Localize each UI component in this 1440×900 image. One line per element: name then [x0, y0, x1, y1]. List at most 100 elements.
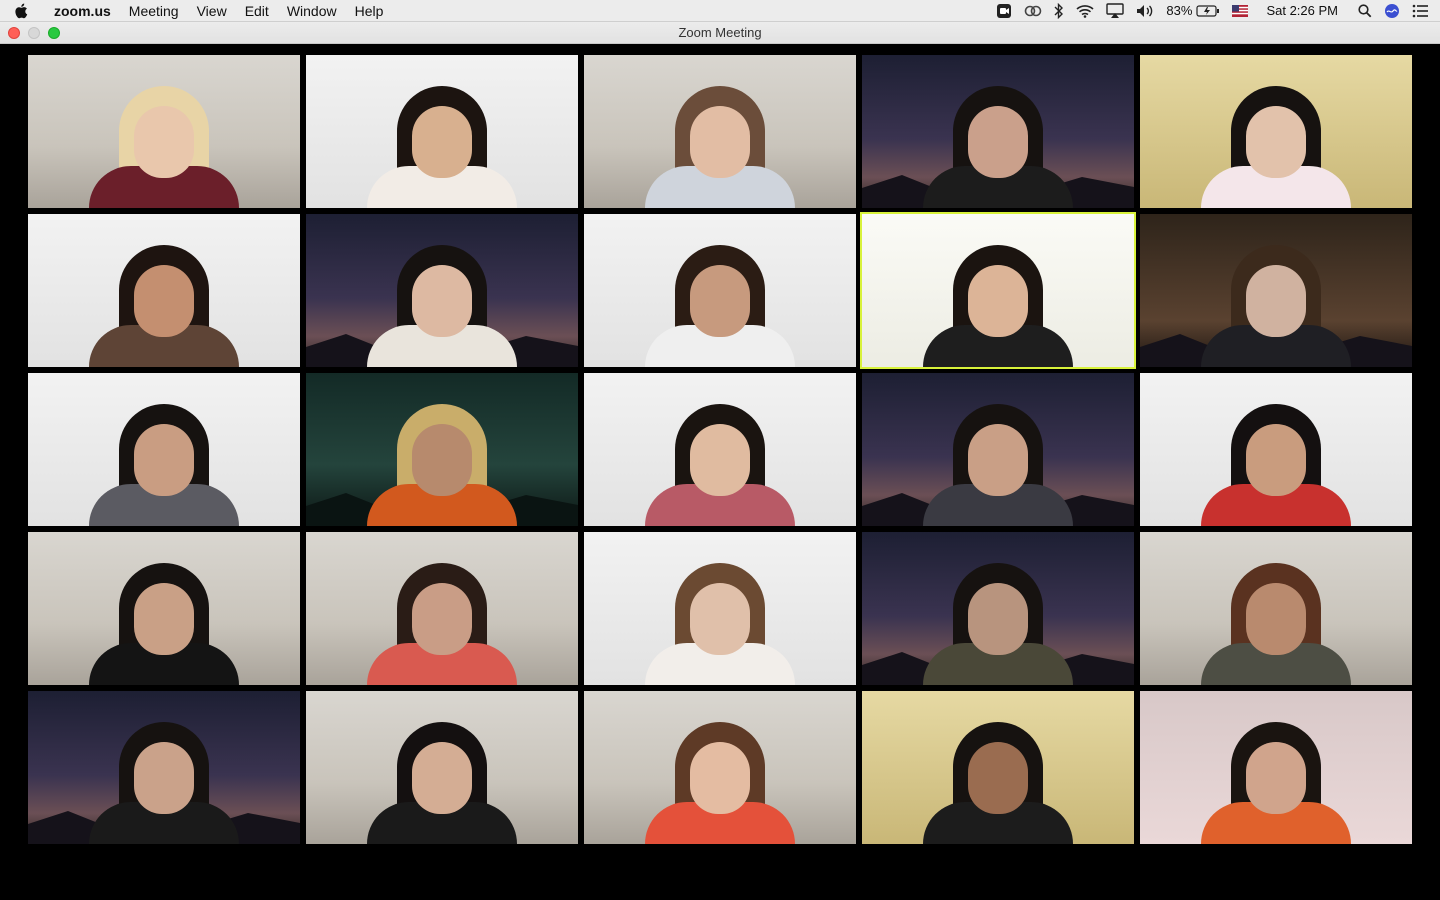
- participant-video-tile[interactable]: [584, 214, 856, 367]
- participant-silhouette: [1201, 396, 1351, 526]
- participant-silhouette: [923, 78, 1073, 208]
- participant-video-tile[interactable]: [860, 212, 1136, 369]
- participant-face: [1246, 106, 1306, 178]
- menu-edit[interactable]: Edit: [236, 0, 278, 22]
- fullscreen-window-button[interactable]: [48, 27, 60, 39]
- participant-silhouette: [89, 237, 239, 367]
- participant-silhouette: [367, 555, 517, 685]
- participant-video-tile[interactable]: [1140, 691, 1412, 844]
- participant-video-tile[interactable]: [862, 55, 1134, 208]
- participant-silhouette: [645, 714, 795, 844]
- participant-face: [134, 265, 194, 337]
- participant-video-tile[interactable]: [28, 214, 300, 367]
- participant-video-tile[interactable]: [584, 373, 856, 526]
- participant-face: [1246, 583, 1306, 655]
- participant-face: [690, 742, 750, 814]
- participant-face: [412, 583, 472, 655]
- wifi-icon[interactable]: [1076, 4, 1094, 18]
- notification-center-icon[interactable]: [1412, 4, 1428, 18]
- participant-silhouette: [367, 396, 517, 526]
- battery-icon[interactable]: [1196, 4, 1220, 17]
- participant-video-tile[interactable]: [1140, 373, 1412, 526]
- participant-silhouette: [923, 555, 1073, 685]
- search-icon[interactable]: [1358, 3, 1372, 18]
- participant-face: [690, 265, 750, 337]
- participant-silhouette: [367, 237, 517, 367]
- participant-face: [1246, 424, 1306, 496]
- participant-video-tile[interactable]: [862, 532, 1134, 685]
- participant-video-tile[interactable]: [28, 691, 300, 844]
- creative-cloud-icon[interactable]: [1024, 4, 1042, 18]
- menu-meeting[interactable]: Meeting: [120, 0, 188, 22]
- participant-silhouette: [1201, 78, 1351, 208]
- airplay-icon[interactable]: [1106, 2, 1125, 19]
- participant-face: [968, 265, 1028, 337]
- window-title-bar[interactable]: Zoom Meeting: [0, 22, 1440, 44]
- participant-video-tile[interactable]: [28, 55, 300, 208]
- participant-video-tile[interactable]: [1140, 214, 1412, 367]
- window-title: Zoom Meeting: [678, 25, 762, 40]
- close-window-button[interactable]: [8, 27, 20, 39]
- participant-face: [690, 424, 750, 496]
- menu-bar: zoom.us Meeting View Edit Window Help 83…: [0, 0, 1440, 22]
- participant-silhouette: [367, 714, 517, 844]
- menu-help[interactable]: Help: [346, 0, 393, 22]
- participant-silhouette: [89, 78, 239, 208]
- gallery-view: [28, 55, 1412, 844]
- participant-face: [1246, 742, 1306, 814]
- apple-icon[interactable]: [0, 3, 42, 19]
- participant-face: [134, 583, 194, 655]
- participant-silhouette: [645, 555, 795, 685]
- battery-percent[interactable]: 83%: [1166, 3, 1192, 18]
- window-controls: [8, 27, 68, 39]
- participant-face: [690, 583, 750, 655]
- participant-silhouette: [923, 237, 1073, 367]
- participant-face: [968, 106, 1028, 178]
- participant-silhouette: [645, 78, 795, 208]
- participant-face: [412, 424, 472, 496]
- participant-silhouette: [1201, 714, 1351, 844]
- minimize-window-button[interactable]: [28, 27, 40, 39]
- participant-video-tile[interactable]: [306, 214, 578, 367]
- participant-video-tile[interactable]: [1140, 532, 1412, 685]
- participant-video-tile[interactable]: [862, 691, 1134, 844]
- siri-icon[interactable]: [1384, 3, 1400, 19]
- participant-video-tile[interactable]: [584, 532, 856, 685]
- participant-face: [412, 265, 472, 337]
- participant-face: [134, 424, 194, 496]
- volume-icon[interactable]: [1136, 4, 1154, 18]
- participant-face: [968, 583, 1028, 655]
- menu-view[interactable]: View: [188, 0, 236, 22]
- participant-video-tile[interactable]: [28, 532, 300, 685]
- participant-silhouette: [1201, 237, 1351, 367]
- participant-silhouette: [645, 237, 795, 367]
- participant-video-tile[interactable]: [306, 532, 578, 685]
- flag-icon[interactable]: [1232, 4, 1249, 17]
- participant-video-tile[interactable]: [306, 55, 578, 208]
- zoom-status-icon[interactable]: [996, 3, 1012, 19]
- participant-video-tile[interactable]: [584, 691, 856, 844]
- participant-video-tile[interactable]: [862, 373, 1134, 526]
- participant-face: [412, 106, 472, 178]
- participant-silhouette: [923, 714, 1073, 844]
- participant-silhouette: [923, 396, 1073, 526]
- participant-video-tile[interactable]: [1140, 55, 1412, 208]
- participant-face: [968, 424, 1028, 496]
- participant-video-tile[interactable]: [584, 55, 856, 208]
- participant-silhouette: [367, 78, 517, 208]
- participant-silhouette: [89, 714, 239, 844]
- menu-app-name[interactable]: zoom.us: [42, 0, 120, 22]
- participant-video-tile[interactable]: [306, 373, 578, 526]
- participant-face: [1246, 265, 1306, 337]
- participant-video-tile[interactable]: [28, 373, 300, 526]
- participant-face: [690, 106, 750, 178]
- bluetooth-icon[interactable]: [1054, 2, 1064, 19]
- participant-face: [134, 106, 194, 178]
- participant-video-tile[interactable]: [306, 691, 578, 844]
- participant-face: [412, 742, 472, 814]
- participant-face: [134, 742, 194, 814]
- participant-silhouette: [89, 396, 239, 526]
- clock[interactable]: Sat 2:26 PM: [1266, 3, 1338, 18]
- menu-window[interactable]: Window: [278, 0, 346, 22]
- participant-silhouette: [89, 555, 239, 685]
